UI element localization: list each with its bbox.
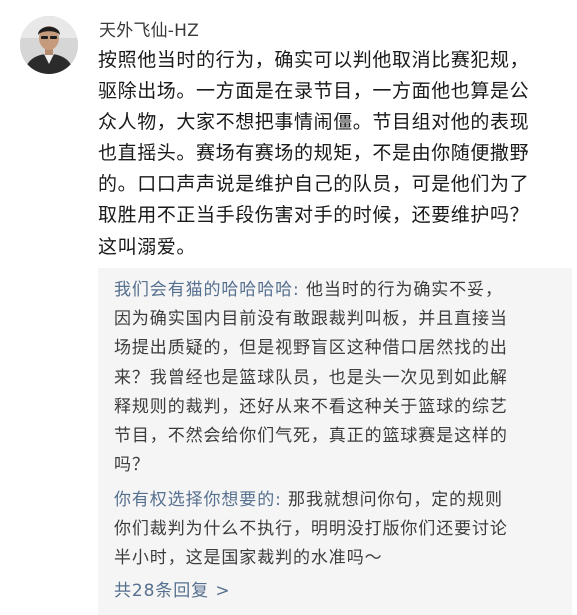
reply-line: 释规则的裁判，还好从来不看这种关于篮球的综艺 [114, 396, 508, 417]
reply-text: 那我就想问你句，定的规则 [281, 490, 503, 510]
reply-item: 我们会有猫的哈哈哈哈: 他当时的行为确实不妥， 因为确实国内目前没有敢跟裁判叫板… [114, 276, 564, 480]
reply-line: 因为确实国内目前没有敢跟裁判叫板，并且直接当 [114, 309, 508, 330]
reply-author-link[interactable]: 你有权选择你想要的: [114, 490, 282, 510]
user-avatar-photo-icon [20, 16, 78, 74]
comment-username[interactable]: 天外飞仙-HZ [99, 19, 199, 43]
reply-first-line: 我们会有猫的哈哈哈哈: 他当时的行为确实不妥， [114, 276, 564, 305]
user-avatar[interactable] [20, 16, 78, 74]
reply-line: 来？我曾经也是篮球队员，也是头一次见到如此解 [114, 367, 508, 388]
comment-line: 众人物，大家不想把事情闹僵。节目组对他的表现 [98, 111, 530, 134]
comment-content: 按照他当时的行为，确实可以判他取消比赛犯规， 驱除出场。一方面是在录节目，一方面… [98, 45, 568, 263]
reply-line: 节目，不然会给你们气死，真正的篮球赛是这样的 [114, 426, 508, 447]
reply-line: 吗？ [114, 455, 150, 476]
reply-author-link[interactable]: 我们会有猫的哈哈哈哈: [114, 280, 300, 300]
reply-line: 你们裁判为什么不执行，明明没打版你们还要讨论 [114, 519, 508, 540]
view-more-replies-link[interactable]: 共28条回复 > [114, 579, 230, 603]
comment-line: 的。口口声声说是维护自己的队员，可是他们为了 [98, 173, 530, 196]
reply-text: 他当时的行为确实不妥， [299, 280, 503, 300]
reply-line: 场提出质疑的，但是视野盲区这种借口居然找的出 [114, 338, 508, 359]
comment-line: 这叫溺爱。 [98, 235, 197, 258]
comment-item: 天外飞仙-HZ 按照他当时的行为，确实可以判他取消比赛犯规， 驱除出场。一方面是… [0, 0, 577, 615]
reply-line: 半小时，这是国家裁判的水准吗～ [114, 548, 383, 569]
comment-line: 驱除出场。一方面是在录节目，一方面他也算是公 [98, 80, 530, 103]
comment-line: 按照他当时的行为，确实可以判他取消比赛犯规， [98, 49, 530, 71]
reply-first-line: 你有权选择你想要的: 那我就想问你句，定的规则 [114, 486, 564, 515]
comment-line: 也直摇头。赛场有赛场的规矩，不是由你随便撒野 [98, 142, 530, 165]
reply-panel: 我们会有猫的哈哈哈哈: 他当时的行为确实不妥， 因为确实国内目前没有敢跟裁判叫板… [98, 268, 572, 615]
comment-line: 取胜用不正当手段伤害对手的时候，还要维护吗？ [98, 204, 530, 227]
reply-item: 你有权选择你想要的: 那我就想问你句，定的规则 你们裁判为什么不执行，明明没打版… [114, 486, 564, 574]
